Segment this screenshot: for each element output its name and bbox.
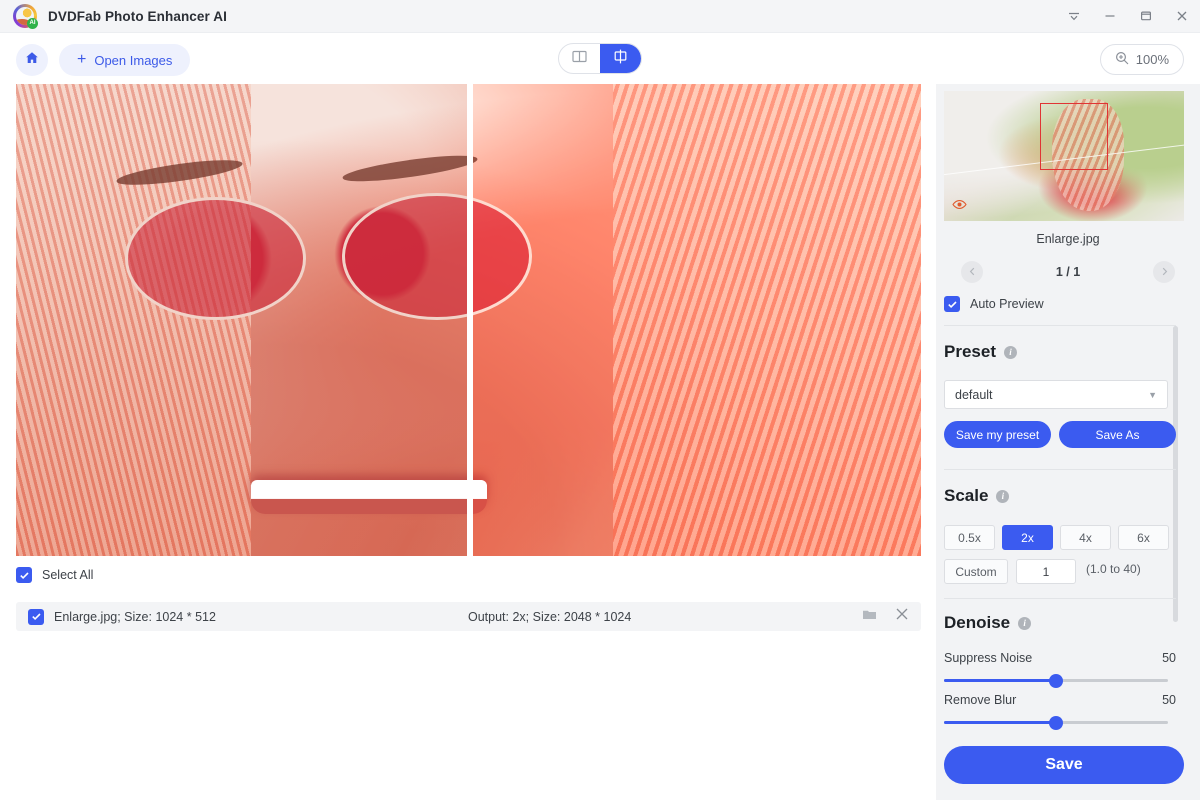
remove-blur-value: 50	[1162, 693, 1176, 707]
next-image-button[interactable]	[1153, 261, 1175, 283]
home-icon	[24, 50, 40, 71]
image-preview-area[interactable]	[16, 84, 921, 556]
title-bar: AI DVDFab Photo Enhancer AI	[0, 0, 1200, 33]
slider-handle[interactable]	[1049, 673, 1063, 688]
scale-section-title: Scale i	[944, 486, 1010, 506]
scale-range-hint: (1.0 to 40)	[1086, 562, 1141, 576]
maximize-button[interactable]	[1128, 0, 1164, 33]
dvdfab-logo-icon: AI	[13, 4, 38, 29]
table-row[interactable]: Enlarge.jpg; Size: 1024 * 512 Output: 2x…	[16, 602, 921, 631]
remove-blur-slider[interactable]	[944, 715, 1168, 730]
scale-option-0_5x[interactable]: 0.5x	[944, 525, 995, 550]
folder-icon[interactable]	[862, 608, 877, 626]
save-as-button[interactable]: Save As	[1059, 421, 1176, 448]
view-mode-toggle	[558, 43, 642, 74]
preset-title-label: Preset	[944, 342, 996, 361]
suppress-noise-label: Suppress Noise	[944, 651, 1033, 665]
plus-icon: +	[77, 51, 87, 68]
chevron-left-icon	[968, 263, 977, 281]
save-button-label: Save	[1045, 756, 1083, 773]
auto-preview-label: Auto Preview	[970, 297, 1044, 311]
home-button[interactable]	[16, 44, 48, 76]
scale-custom-value: 1	[1042, 564, 1050, 579]
scale-option-6x[interactable]: 6x	[1118, 525, 1169, 550]
select-all-label: Select All	[42, 568, 94, 582]
thumbnail-filename: Enlarge.jpg	[1036, 232, 1100, 246]
select-all-row[interactable]: Select All	[16, 562, 921, 588]
split-view-icon	[572, 50, 587, 68]
info-icon[interactable]: i	[996, 489, 1010, 503]
close-button[interactable]	[1164, 0, 1200, 33]
slider-handle[interactable]	[1049, 715, 1063, 730]
scale-option-4x[interactable]: 4x	[1060, 525, 1111, 550]
split-view-button[interactable]	[559, 44, 600, 73]
scale-option-label: 6x	[1137, 530, 1150, 545]
app-title: DVDFab Photo Enhancer AI	[48, 8, 227, 24]
denoise-section-title: Denoise i	[944, 613, 1032, 633]
chevron-down-icon: ▼	[1148, 389, 1157, 400]
save-my-preset-button[interactable]: Save my preset	[944, 421, 1051, 448]
prev-image-button[interactable]	[961, 261, 983, 283]
enhanced-image	[473, 84, 921, 556]
save-as-label: Save As	[1095, 427, 1140, 442]
close-icon[interactable]	[895, 607, 909, 626]
original-image	[16, 84, 467, 556]
scale-custom-button[interactable]: Custom	[944, 559, 1008, 584]
preset-section-title: Preset i	[944, 342, 1017, 362]
divider	[944, 469, 1176, 470]
scale-option-label: 0.5x	[958, 530, 981, 545]
scale-custom-input[interactable]: 1	[1016, 559, 1076, 584]
select-all-checkbox[interactable]	[16, 567, 32, 583]
open-images-label: Open Images	[94, 52, 173, 68]
suppress-noise-slider[interactable]	[944, 673, 1168, 688]
thumbnail-preview[interactable]	[944, 91, 1184, 221]
info-icon[interactable]: i	[1003, 345, 1017, 359]
file-name-label: Enlarge.jpg; Size: 1024 * 512	[54, 609, 216, 624]
preset-select[interactable]: default ▼	[944, 380, 1168, 409]
scale-title-label: Scale	[944, 486, 989, 505]
minimize-button[interactable]	[1092, 0, 1128, 33]
preset-selected-label: default	[955, 387, 993, 402]
chevron-right-icon	[1160, 263, 1169, 281]
zoom-control[interactable]: 100%	[1099, 44, 1184, 75]
thumbnail-pager: 1 / 1	[936, 260, 1200, 284]
open-images-button[interactable]: + Open Images	[59, 44, 191, 76]
menu-button[interactable]	[1056, 0, 1092, 33]
compare-view-icon	[613, 49, 628, 69]
enhanced-image-pane[interactable]	[473, 84, 921, 556]
selection-rectangle[interactable]	[1040, 103, 1108, 170]
scale-custom-label: Custom	[955, 564, 997, 579]
suppress-noise-value: 50	[1162, 651, 1176, 665]
app-window: AI DVDFab Photo Enhancer AI + Open Image…	[0, 0, 1200, 800]
remove-blur-label: Remove Blur	[944, 693, 1017, 707]
scale-option-label: 4x	[1079, 530, 1092, 545]
original-image-pane[interactable]	[16, 84, 467, 556]
scrollbar-thumb[interactable]	[1173, 326, 1178, 622]
denoise-title-label: Denoise	[944, 613, 1011, 632]
auto-preview-row[interactable]: Auto Preview	[944, 296, 1044, 312]
auto-preview-checkbox[interactable]	[944, 296, 960, 312]
page-indicator: 1 / 1	[1055, 265, 1081, 279]
save-my-preset-label: Save my preset	[955, 427, 1040, 442]
scale-option-label: 2x	[1021, 530, 1034, 545]
file-output-label: Output: 2x; Size: 2048 * 1024	[468, 609, 632, 624]
eye-preview-icon[interactable]	[952, 197, 967, 215]
compare-view-button[interactable]	[600, 44, 641, 73]
file-row-checkbox[interactable]	[28, 608, 44, 625]
zoom-in-icon	[1115, 51, 1129, 68]
window-controls	[1056, 0, 1200, 33]
row-actions	[862, 607, 909, 626]
scale-option-2x[interactable]: 2x	[1002, 525, 1053, 550]
divider	[944, 598, 1176, 599]
info-icon[interactable]: i	[1018, 616, 1032, 630]
zoom-level-label: 100%	[1135, 52, 1169, 67]
save-button[interactable]: Save	[944, 746, 1184, 784]
settings-panel: Enlarge.jpg 1 / 1 Auto Preview Preset i …	[936, 84, 1200, 800]
